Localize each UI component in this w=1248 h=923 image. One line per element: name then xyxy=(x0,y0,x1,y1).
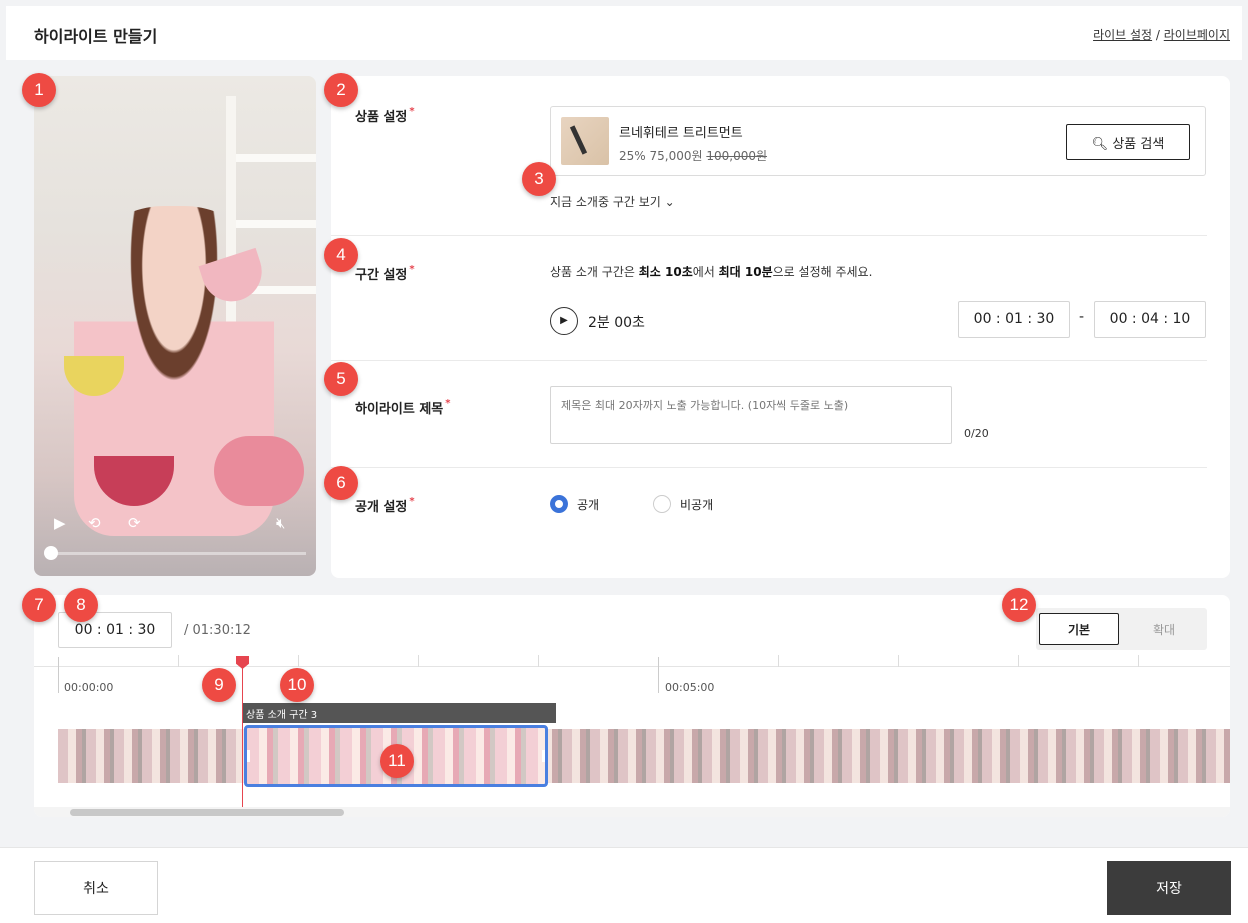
show-current-section-toggle[interactable]: 지금 소개중 구간 보기 ⌄ xyxy=(550,193,675,210)
radio-dot xyxy=(550,495,568,513)
divider xyxy=(331,360,1207,361)
timeline-tick xyxy=(778,655,779,667)
timeline-tick xyxy=(538,655,539,667)
product-price: 25% 75,000원 100,000원 xyxy=(619,149,768,163)
annotation-marker: 8 xyxy=(64,588,98,622)
timeline-tick-label: 00:00:00 xyxy=(64,681,114,694)
segment-start-handle[interactable] xyxy=(247,750,250,762)
video-preview[interactable]: ▶ ⟲ ⟳ 🔇︎ xyxy=(34,76,316,576)
section-end-time[interactable]: 00 : 04 : 10 xyxy=(1094,301,1206,338)
breadcrumb-links: 라이브 설정 / 라이브페이지 xyxy=(1093,26,1230,43)
timeline-filmstrip[interactable] xyxy=(58,729,1230,783)
live-settings-link[interactable]: 라이브 설정 xyxy=(1093,28,1152,42)
mute-icon[interactable]: 🔇︎ xyxy=(276,514,285,532)
annotation-marker: 4 xyxy=(324,238,358,272)
product-name: 르네휘테르 트리트먼트 xyxy=(619,126,743,141)
annotation-marker: 6 xyxy=(324,466,358,500)
visibility-setting-label: 공개 설정 * xyxy=(355,496,415,515)
section-setting-label: 구간 설정 * xyxy=(355,264,415,283)
video-scene-bowl xyxy=(214,436,304,506)
video-progress-bar[interactable] xyxy=(44,546,306,560)
timeline-tick xyxy=(418,655,419,667)
save-button[interactable]: 저장 xyxy=(1107,861,1231,915)
total-time: / 01:30:12 xyxy=(184,623,251,638)
timeline-scrollbar[interactable] xyxy=(70,809,344,816)
page-header: 하이라이트 만들기 라이브 설정 / 라이브페이지 xyxy=(6,6,1242,60)
timeline-tick xyxy=(658,657,659,693)
search-icon: 🔍︎ xyxy=(1091,136,1109,152)
section-hint: 상품 소개 구간은 최소 10초에서 최대 10분으로 설정해 주세요. xyxy=(550,265,873,279)
chevron-down-icon: ⌄ xyxy=(664,195,675,209)
video-progress-knob[interactable] xyxy=(44,546,58,560)
divider xyxy=(331,235,1207,236)
annotation-marker: 10 xyxy=(280,668,314,702)
timeline-panel: 00 : 01 : 30 / 01:30:12 기본 확대 00:00:00 0… xyxy=(34,595,1230,817)
product-search-button[interactable]: 🔍︎ 상품 검색 xyxy=(1066,124,1190,160)
timeline-ruler xyxy=(34,666,1230,667)
annotation-marker: 3 xyxy=(522,162,556,196)
title-char-count: 0/20 xyxy=(964,427,989,440)
video-controls: ▶ ⟲ ⟳ 🔇︎ xyxy=(52,514,308,538)
time-range-dash: - xyxy=(1079,309,1085,325)
product-setting-label: 상품 설정 * xyxy=(355,106,415,125)
annotation-marker: 9 xyxy=(202,668,236,702)
play-icon[interactable]: ▶ xyxy=(54,514,66,532)
annotation-marker: 5 xyxy=(324,362,358,396)
radio-dot xyxy=(653,495,671,513)
timeline-tick xyxy=(1018,655,1019,667)
play-icon: ▶ xyxy=(560,315,568,326)
annotation-marker: 1 xyxy=(22,73,56,107)
link-separator: / xyxy=(1152,28,1164,42)
highlight-form: 상품 설정 * 르네휘테르 트리트먼트 25% 75,000원 100,000원 … xyxy=(331,76,1230,578)
product-original-price: 100,000원 xyxy=(706,149,768,163)
annotation-marker: 7 xyxy=(22,588,56,622)
highlight-title-label: 하이라이트 제목 * xyxy=(355,398,451,417)
playhead-handle[interactable] xyxy=(236,656,249,669)
page-footer: 취소 저장 xyxy=(0,847,1248,923)
live-page-link[interactable]: 라이브페이지 xyxy=(1164,28,1230,42)
annotation-marker: 2 xyxy=(324,73,358,107)
timeline-tick xyxy=(298,655,299,667)
zoom-basic-button[interactable]: 기본 xyxy=(1039,613,1119,645)
forward-10-icon[interactable]: ⟳ xyxy=(128,514,141,532)
timeline-tick-label: 00:05:00 xyxy=(665,681,715,694)
section-start-time[interactable]: 00 : 01 : 30 xyxy=(958,301,1070,338)
selected-product: 르네휘테르 트리트먼트 25% 75,000원 100,000원 🔍︎ 상품 검… xyxy=(550,106,1206,176)
section-play-button[interactable]: ▶ xyxy=(550,307,578,335)
segment-label: 상품 소개 구간 3 xyxy=(242,703,556,723)
zoom-toggle: 기본 확대 xyxy=(1036,608,1207,650)
zoom-expand-button[interactable]: 확대 xyxy=(1124,613,1204,645)
segment-end-handle[interactable] xyxy=(542,750,545,762)
timeline-tick xyxy=(178,655,179,667)
highlight-title-input[interactable] xyxy=(550,386,952,444)
rewind-10-icon[interactable]: ⟲ xyxy=(88,514,101,532)
timeline-tick xyxy=(58,657,59,693)
annotation-marker: 11 xyxy=(380,744,414,778)
annotation-marker: 12 xyxy=(1002,588,1036,622)
playhead-line xyxy=(242,657,243,807)
product-thumbnail xyxy=(561,117,609,165)
divider xyxy=(331,467,1207,468)
cancel-button[interactable]: 취소 xyxy=(34,861,158,915)
timeline-tick xyxy=(1138,655,1139,667)
section-duration: 2분 00초 xyxy=(588,315,645,331)
page-title: 하이라이트 만들기 xyxy=(34,27,158,46)
timeline-tick xyxy=(898,655,899,667)
